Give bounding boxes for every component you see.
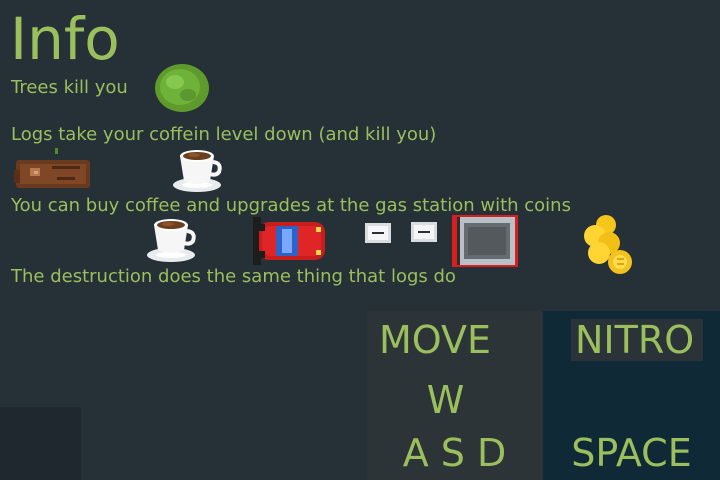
info-line-trees: Trees kill you xyxy=(11,77,128,98)
log-icon xyxy=(14,148,90,188)
gas-station-icon xyxy=(452,215,518,267)
coffee-cup-icon xyxy=(147,219,196,262)
upgrade-icon xyxy=(411,222,437,242)
upgrade-icon xyxy=(365,223,391,243)
info-title: Info xyxy=(10,5,120,73)
tree-icon xyxy=(155,64,209,112)
nitro-key-space: SPACE xyxy=(571,431,692,475)
move-label: MOVE xyxy=(379,318,492,362)
info-line-logs: Logs take your coffein level down (and k… xyxy=(11,124,437,145)
coins-icon xyxy=(584,215,632,274)
coffee-cup-icon xyxy=(173,150,222,192)
nitro-label: NITRO xyxy=(575,318,695,362)
car-icon xyxy=(253,217,325,265)
info-line-buy: You can buy coffee and upgrades at the g… xyxy=(11,195,571,216)
move-key-w: W xyxy=(426,378,465,422)
corner-panel xyxy=(0,407,81,480)
move-keys-asd: A S D xyxy=(402,431,507,475)
info-line-destruction: The destruction does the same thing that… xyxy=(11,266,456,287)
